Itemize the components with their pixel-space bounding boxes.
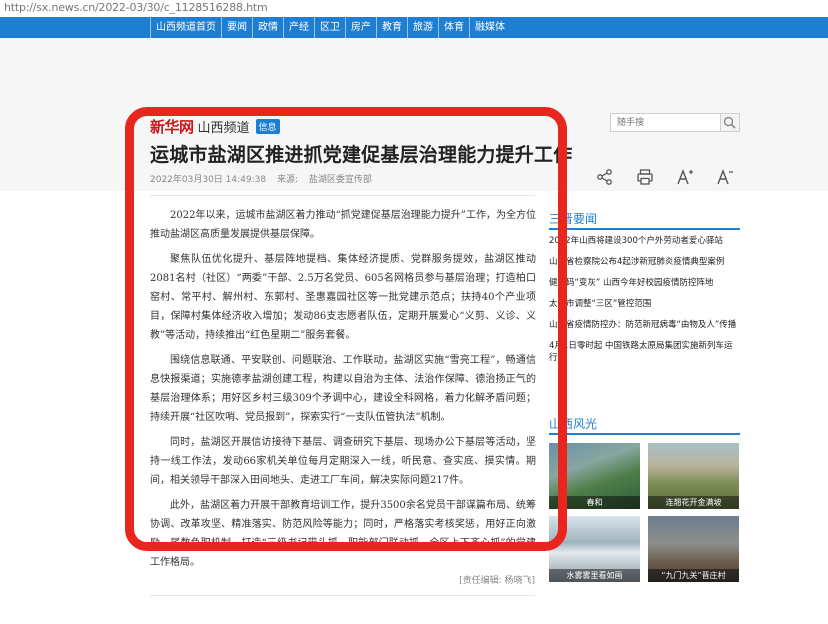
search-button[interactable] bbox=[720, 114, 739, 131]
editor-credit: [责任编辑: 杨晓飞] bbox=[459, 576, 535, 586]
photo-thumbnail[interactable]: “九门九关”晋庄村 bbox=[648, 516, 739, 582]
print-icon bbox=[637, 169, 653, 185]
photo-thumbnail[interactable]: 连翘花开金满坡 bbox=[648, 443, 739, 509]
nav-items: 山西频道首页 要闻 政情 产经 区卫 房产 教育 旅游 体育 融媒体 bbox=[150, 17, 510, 38]
nav-item-realestate[interactable]: 房产 bbox=[346, 17, 377, 38]
nav-item-media[interactable]: 融媒体 bbox=[470, 17, 510, 38]
font-increase-button[interactable] bbox=[674, 166, 696, 188]
news-link[interactable]: 2022年山西将建设300个户外劳动者爱心驿站 bbox=[549, 235, 740, 247]
sidebar-news-list: 2022年山西将建设300个户外劳动者爱心驿站 山西省检察院公布4起涉新冠肺炎疫… bbox=[549, 235, 740, 373]
nav-item-health[interactable]: 区卫 bbox=[315, 17, 346, 38]
nav-item-education[interactable]: 教育 bbox=[377, 17, 408, 38]
font-increase-icon bbox=[677, 169, 693, 185]
news-link[interactable]: 山西省检察院公布4起涉新冠肺炎疫情典型案例 bbox=[549, 256, 740, 268]
search-box bbox=[610, 113, 740, 132]
news-link[interactable]: 太原市调整“三区”管控范围 bbox=[549, 298, 740, 310]
article-tools bbox=[594, 166, 754, 188]
annotation-highlight-box bbox=[125, 107, 567, 551]
nav-item-economy[interactable]: 产经 bbox=[284, 17, 315, 38]
photo-caption: 连翘花开金满坡 bbox=[648, 496, 739, 509]
nav-item-home[interactable]: 山西频道首页 bbox=[150, 17, 222, 38]
search-input[interactable] bbox=[611, 114, 721, 131]
nav-item-sports[interactable]: 体育 bbox=[439, 17, 470, 38]
news-link[interactable]: 4月1日零时起 中国铁路太原局集团实施新列车运行图 bbox=[549, 340, 740, 364]
share-icon bbox=[597, 169, 612, 185]
news-link[interactable]: 健康码“变灰” 山西今年好校园疫情防控阵地 bbox=[549, 277, 740, 289]
nav-item-politics[interactable]: 政情 bbox=[253, 17, 284, 38]
news-link[interactable]: 山西省疫情防控办：防范新冠病毒“由物及人”传播 bbox=[549, 319, 740, 331]
nav-item-travel[interactable]: 旅游 bbox=[408, 17, 439, 38]
font-decrease-icon bbox=[717, 169, 733, 185]
photo-caption: 水雾雾里看如画 bbox=[549, 569, 640, 582]
url-text: http://sx.news.cn/2022-03/30/c_112851628… bbox=[4, 1, 268, 14]
share-button[interactable] bbox=[594, 166, 616, 188]
bottom-divider bbox=[150, 595, 535, 596]
print-button[interactable] bbox=[634, 166, 656, 188]
search-icon bbox=[723, 116, 736, 129]
nav-item-news[interactable]: 要闻 bbox=[222, 17, 253, 38]
font-decrease-button[interactable] bbox=[714, 166, 736, 188]
address-bar[interactable]: http://sx.news.cn/2022-03/30/c_112851628… bbox=[0, 0, 828, 15]
photo-caption: “九门九关”晋庄村 bbox=[648, 569, 739, 582]
sidebar-photos-underline bbox=[549, 433, 740, 435]
sidebar-news-underline bbox=[549, 228, 740, 230]
top-nav: 山西频道首页 要闻 政情 产经 区卫 房产 教育 旅游 体育 融媒体 bbox=[0, 17, 828, 38]
photo-grid: 春和 连翘花开金满坡 水雾雾里看如画 “九门九关”晋庄村 bbox=[549, 443, 740, 582]
